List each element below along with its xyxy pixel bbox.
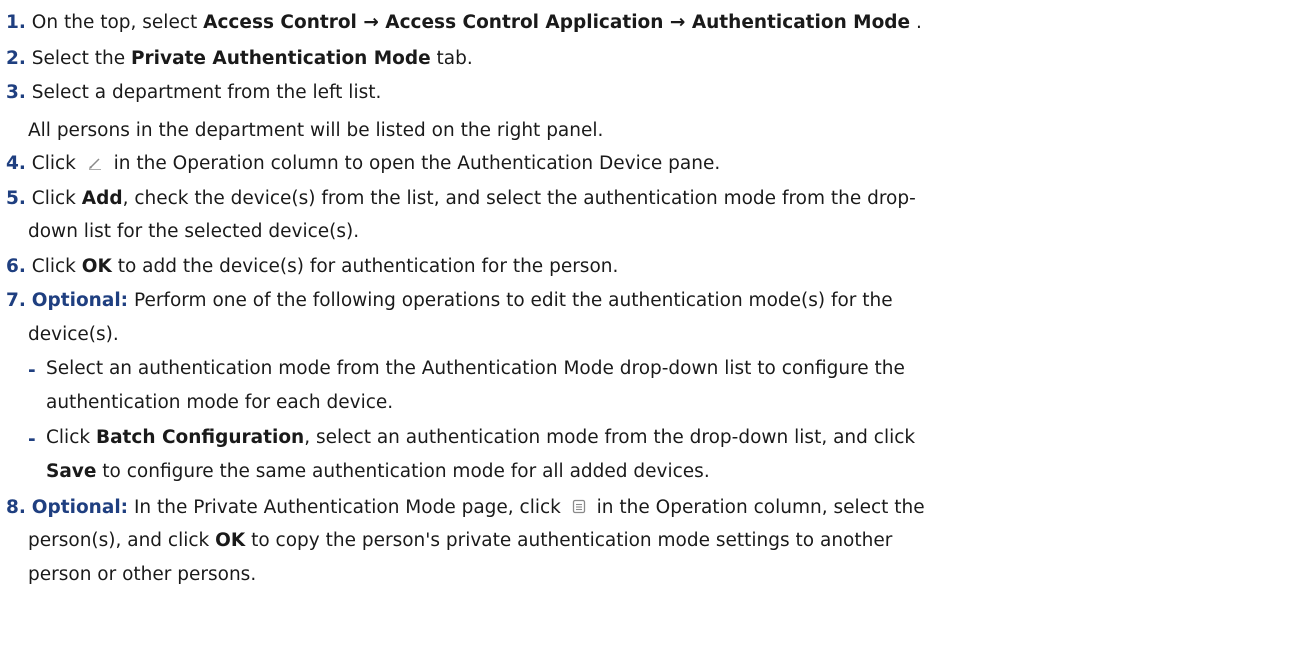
optional-label: Optional:	[31, 290, 129, 311]
batch-configuration-label: Batch Configuration	[95, 427, 305, 448]
step-3: 3. Select a department from the left lis…	[6, 82, 382, 103]
step-number: 4.	[6, 153, 26, 174]
add-label: Add	[81, 188, 123, 209]
step-number: 5.	[6, 188, 26, 209]
copy-document-icon	[571, 498, 587, 520]
step-text: Click	[31, 153, 82, 174]
step-text: In the Private Authentication Mode page,…	[128, 497, 567, 518]
step-8-line-3: person or other persons.	[28, 564, 257, 585]
bullet-1-line-2: authentication mode for each device.	[46, 392, 394, 413]
bullet-2-line-2: Save to configure the same authenticatio…	[46, 461, 710, 482]
ok-label: OK	[215, 530, 246, 551]
step-text: in the Operation column, select the	[590, 497, 925, 518]
step-3-result: All persons in the department will be li…	[28, 120, 604, 141]
step-number: 2.	[6, 48, 26, 69]
tab-name: Private Authentication Mode	[131, 48, 431, 69]
step-text: to add the device(s) for authentication …	[111, 256, 619, 277]
step-text: Click	[31, 256, 82, 277]
menu-path: Access Control → Access Control Applicat…	[203, 12, 911, 33]
bullet-dash: -	[28, 360, 36, 381]
bullet-text: to configure the same authentication mod…	[96, 461, 710, 482]
bullet-text: , select an authentication mode from the…	[304, 427, 916, 448]
bullet-2-line-1: Click Batch Configuration, select an aut…	[46, 427, 916, 448]
step-text: in the Operation column to open the Auth…	[107, 153, 721, 174]
step-2: 2. Select the Private Authentication Mod…	[6, 48, 473, 69]
step-text: , check the device(s) from the list, and…	[122, 188, 916, 209]
step-number: 6.	[6, 256, 26, 277]
bullet-text: Click	[46, 427, 96, 448]
ok-label: OK	[81, 256, 112, 277]
step-8-line-2: person(s), and click OK to copy the pers…	[28, 530, 893, 551]
step-1: 1. On the top, select Access Control → A…	[6, 12, 922, 33]
step-text: Perform one of the following operations …	[128, 290, 893, 311]
step-5-continued: down list for the selected device(s).	[28, 221, 360, 242]
step-text: tab.	[430, 48, 473, 69]
step-text: Select the	[31, 48, 131, 69]
step-text: .	[910, 12, 922, 33]
step-number: 3.	[6, 82, 26, 103]
step-text: to copy the person's private authenticat…	[245, 530, 893, 551]
optional-label: Optional:	[31, 497, 129, 518]
step-text: Select a department from the left list.	[31, 82, 382, 103]
bullet-dash: -	[28, 429, 36, 450]
edit-pencil-icon	[86, 155, 104, 176]
step-6: 6. Click OK to add the device(s) for aut…	[6, 256, 619, 277]
step-8: 8. Optional: In the Private Authenticati…	[6, 498, 925, 520]
step-number: 8.	[6, 497, 26, 518]
step-number: 7.	[6, 290, 26, 311]
bullet-1-line-1: Select an authentication mode from the A…	[46, 358, 905, 379]
step-7-continued: device(s).	[28, 324, 119, 345]
step-4: 4. Click in the Operation column to open…	[6, 153, 721, 176]
step-text: On the top, select	[31, 12, 204, 33]
step-text: person(s), and click	[28, 530, 216, 551]
step-7: 7. Optional: Perform one of the followin…	[6, 290, 893, 311]
step-number: 1.	[6, 12, 26, 33]
step-5: 5. Click Add, check the device(s) from t…	[6, 188, 916, 209]
step-text: Click	[31, 188, 82, 209]
save-label: Save	[46, 461, 97, 482]
